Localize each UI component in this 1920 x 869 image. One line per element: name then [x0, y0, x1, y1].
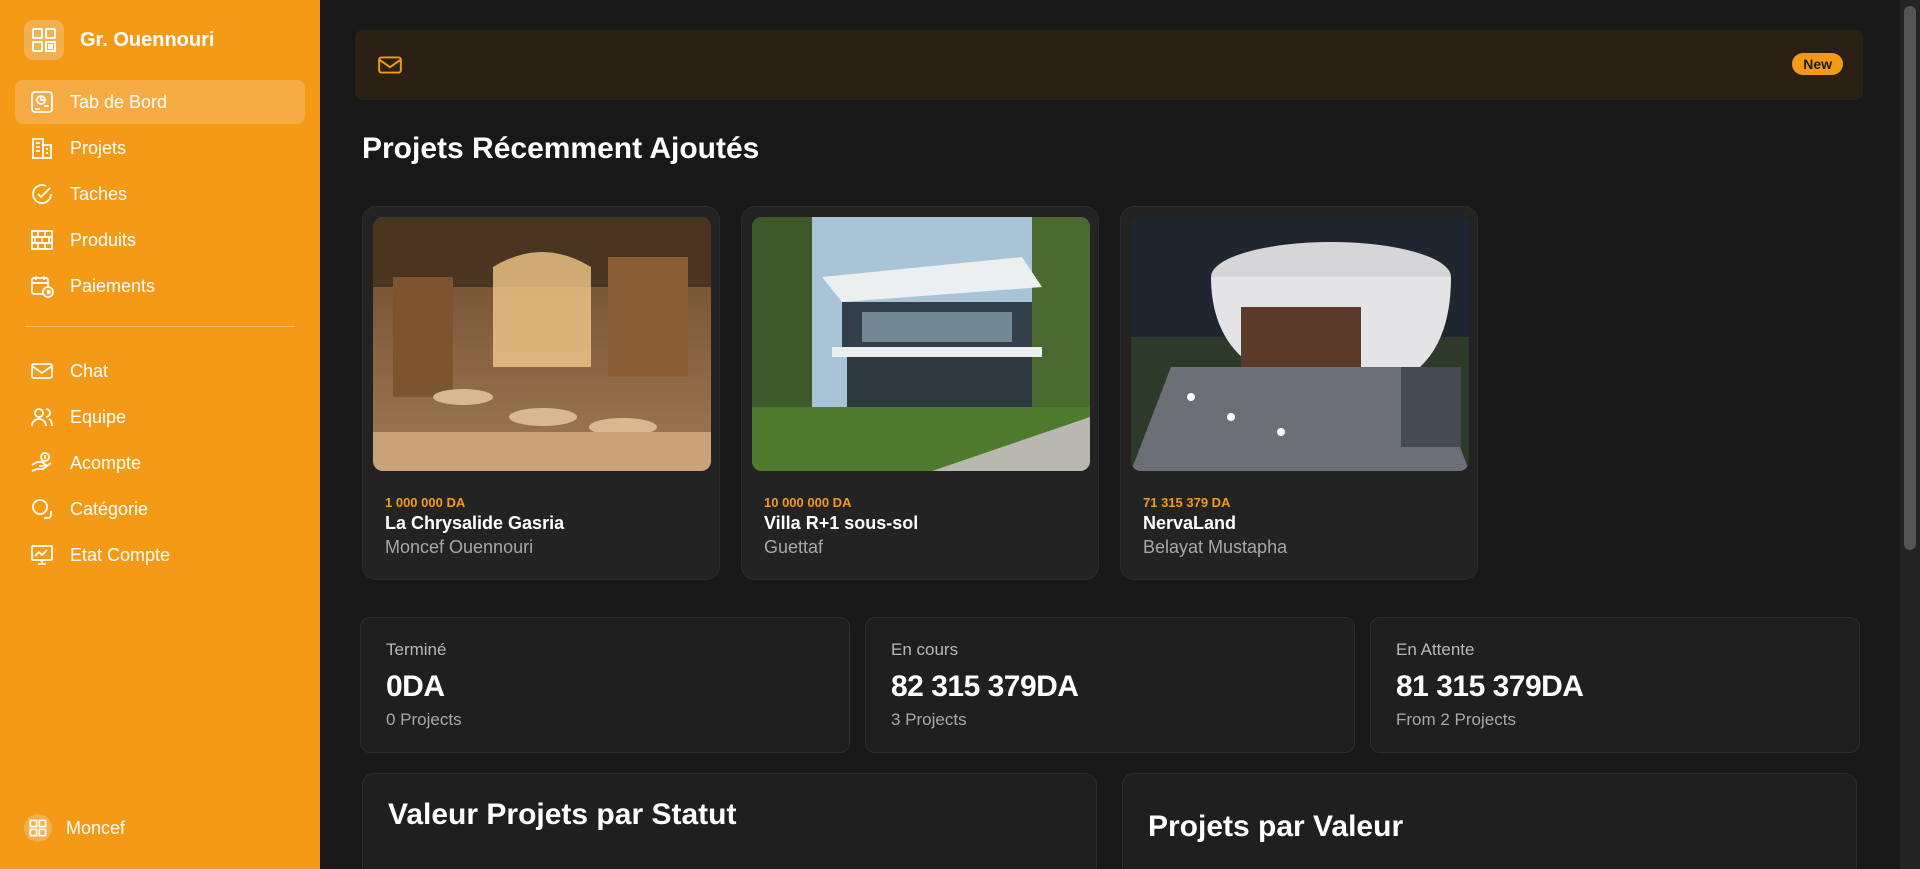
scrollbar[interactable] [1900, 0, 1920, 869]
stat-card-termine: Terminé 0DA 0 Projects [360, 617, 850, 753]
user-name: Moncef [66, 817, 126, 838]
brand[interactable]: Gr. Ouennouri [24, 20, 214, 60]
brand-name: Gr. Ouennouri [80, 28, 215, 51]
notification-bar[interactable]: New [355, 30, 1863, 100]
stat-value: 0DA [386, 670, 445, 703]
project-card[interactable]: 10 000 000 DA Villa R+1 sous-sol Guettaf [741, 206, 1099, 580]
mail-icon [29, 358, 55, 384]
sidebar-item-label: Projets [70, 137, 127, 158]
sidebar-item-categorie[interactable]: Catégorie [15, 487, 305, 531]
project-name: NervaLand [1143, 513, 1237, 533]
project-client: Belayat Mustapha [1143, 537, 1288, 557]
user-profile[interactable]: Moncef [24, 814, 125, 842]
brand-logo-icon [24, 20, 64, 60]
project-card[interactable]: 71 315 379 DA NervaLand Belayat Mustapha [1120, 206, 1478, 580]
sidebar-item-projets[interactable]: Projets [15, 126, 305, 170]
panel-valeur-par-statut: Valeur Projets par Statut [362, 773, 1097, 869]
project-price: 10 000 000 DA [764, 495, 852, 510]
project-price: 1 000 000 DA [385, 495, 466, 510]
project-price: 71 315 379 DA [1143, 495, 1231, 510]
project-image [752, 217, 1090, 471]
project-client: Guettaf [764, 537, 824, 557]
sidebar-item-label: Catégorie [70, 498, 149, 519]
sidebar-item-label: Chat [70, 360, 109, 381]
new-badge: New [1792, 53, 1843, 75]
building-icon [29, 135, 55, 161]
calendar-dollar-icon [29, 273, 55, 299]
sidebar-nav: Tab de Bord Projets Taches Produits Paie… [15, 80, 305, 579]
stat-card-en-attente: En Attente 81 315 379DA From 2 Projects [1370, 617, 1860, 753]
section-title-recent: Projets Récemment Ajoutés [362, 132, 760, 165]
check-circle-icon [29, 181, 55, 207]
chart-monitor-icon [29, 542, 55, 568]
project-name: Villa R+1 sous-sol [764, 513, 919, 533]
sidebar-item-label: Taches [70, 183, 128, 204]
project-image [373, 217, 711, 471]
avatar [24, 814, 52, 842]
dashboard-icon [29, 89, 55, 115]
project-card[interactable]: 1 000 000 DA La Chrysalide Gasria Moncef… [362, 206, 720, 580]
stat-subtext: 0 Projects [386, 710, 462, 729]
stat-subtext: 3 Projects [891, 710, 967, 729]
scrollbar-thumb[interactable] [1904, 6, 1916, 550]
mail-icon[interactable] [377, 52, 403, 83]
stat-value: 82 315 379DA [891, 670, 1079, 703]
sidebar-item-label: Equipe [70, 406, 127, 427]
stat-label: En cours [891, 640, 959, 659]
stat-label: Terminé [386, 640, 447, 659]
panel-title: Valeur Projets par Statut [388, 798, 737, 831]
project-client: Moncef Ouennouri [385, 537, 534, 557]
sidebar-item-label: Etat Compte [70, 544, 171, 565]
sidebar: Gr. Ouennouri Tab de Bord Projets Taches… [0, 0, 320, 869]
sidebar-item-etat-compte[interactable]: Etat Compte [15, 533, 305, 577]
stat-label: En Attente [1396, 640, 1475, 659]
project-name: La Chrysalide Gasria [385, 513, 565, 533]
sidebar-item-produits[interactable]: Produits [15, 218, 305, 262]
users-icon [29, 404, 55, 430]
bricks-icon [29, 227, 55, 253]
sidebar-item-taches[interactable]: Taches [15, 172, 305, 216]
category-icon [29, 496, 55, 522]
sidebar-item-label: Acompte [70, 452, 142, 473]
sidebar-item-chat[interactable]: Chat [15, 349, 305, 393]
money-hand-icon [29, 450, 55, 476]
stat-card-en-cours: En cours 82 315 379DA 3 Projects [865, 617, 1355, 753]
panel-title: Projets par Valeur [1148, 810, 1404, 843]
sidebar-item-tab-de-bord[interactable]: Tab de Bord [15, 80, 305, 124]
sidebar-item-label: Tab de Bord [70, 91, 168, 112]
sidebar-item-equipe[interactable]: Equipe [15, 395, 305, 439]
stat-subtext: From 2 Projects [1396, 710, 1516, 729]
sidebar-item-acompte[interactable]: Acompte [15, 441, 305, 485]
panel-projets-par-valeur: Projets par Valeur [1122, 773, 1857, 869]
sidebar-item-label: Paiements [70, 275, 156, 296]
sidebar-item-label: Produits [70, 229, 137, 250]
sidebar-item-paiements[interactable]: Paiements [15, 264, 305, 308]
project-image [1131, 217, 1469, 471]
stat-value: 81 315 379DA [1396, 670, 1584, 703]
sidebar-divider [25, 326, 295, 327]
